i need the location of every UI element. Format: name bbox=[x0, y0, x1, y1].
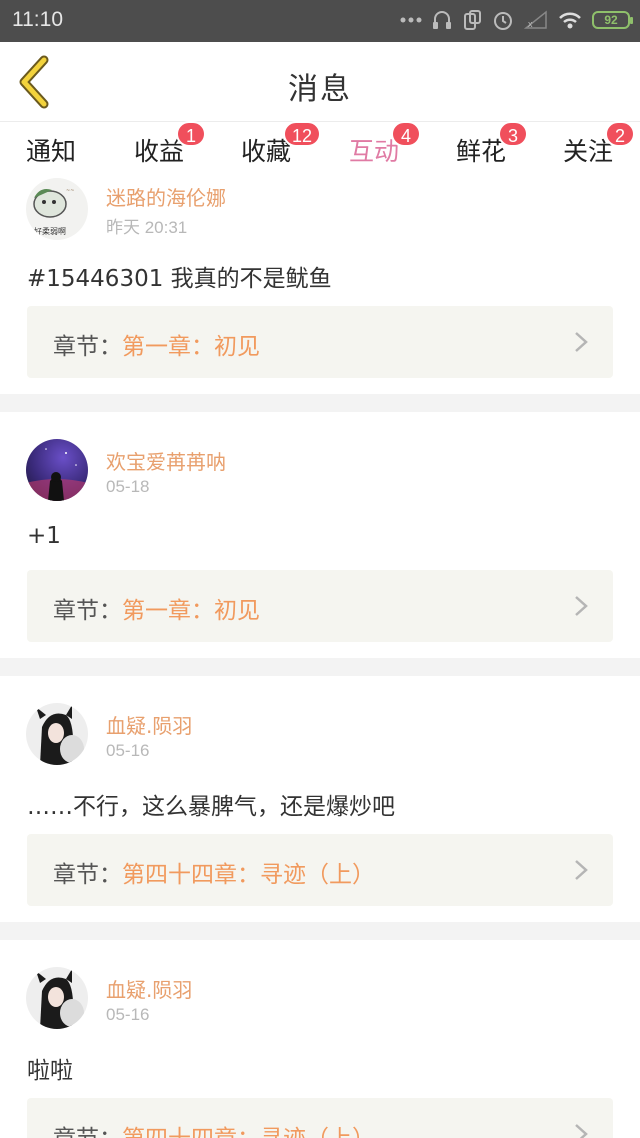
wifi-icon bbox=[559, 12, 581, 29]
username[interactable]: 迷路的海伦娜 bbox=[106, 182, 226, 211]
svg-text:好柔弱啊: 好柔弱啊 bbox=[34, 226, 66, 236]
more-dots-icon bbox=[400, 17, 422, 23]
divider bbox=[0, 922, 640, 940]
status-icons: x 92 bbox=[400, 9, 633, 31]
headset-icon bbox=[433, 11, 451, 29]
tab-label: 关注 bbox=[563, 137, 614, 166]
avatar[interactable] bbox=[26, 703, 88, 765]
message-date: 05-16 bbox=[106, 1005, 150, 1024]
divider bbox=[0, 394, 640, 412]
message-content: #15446301 我真的不是鱿鱼 bbox=[27, 266, 332, 292]
tab-earnings[interactable]: 收益 1 bbox=[134, 121, 206, 168]
message-date: 昨天 20:31 bbox=[106, 218, 188, 237]
username[interactable]: 欢宝爱苒苒呐 bbox=[106, 446, 226, 475]
chapter-link[interactable]: 章节：第四十四章：寻迹（上） bbox=[27, 1098, 613, 1138]
tab-flowers[interactable]: 鲜花 3 bbox=[456, 121, 528, 168]
message-date: 05-16 bbox=[106, 741, 150, 760]
chapter-label: 章节：第四十四章：寻迹（上） bbox=[53, 1119, 375, 1138]
message-content: 啦啦 bbox=[27, 1058, 73, 1084]
chapter-title: 第四十四章：寻迹（上） bbox=[122, 1126, 375, 1138]
message-content: ……不行，这么暴脾气，还是爆炒吧 bbox=[27, 794, 395, 820]
divider bbox=[0, 658, 640, 676]
avatar[interactable] bbox=[26, 439, 88, 501]
chevron-right-icon bbox=[575, 332, 588, 352]
chapter-label: 章节：第四十四章：寻迹（上） bbox=[53, 862, 375, 888]
username[interactable]: 血疑.陨羽 bbox=[106, 974, 192, 1003]
tab-label: 鲜花 bbox=[456, 137, 507, 166]
chapter-link[interactable]: 章节：第一章：初见 bbox=[27, 570, 613, 642]
username[interactable]: 血疑.陨羽 bbox=[106, 710, 192, 739]
screen-rotate-icon bbox=[464, 10, 481, 30]
status-time: 11:10 bbox=[12, 8, 63, 31]
chapter-title: 第四十四章：寻迹（上） bbox=[122, 862, 375, 888]
signal-icon: x bbox=[524, 10, 547, 29]
page-title: 消息 bbox=[288, 72, 352, 107]
chapter-label: 章节：第一章：初见 bbox=[53, 598, 260, 624]
chevron-right-icon bbox=[575, 1124, 588, 1138]
tab-badge: 4 bbox=[391, 121, 421, 147]
avatar[interactable]: ~~ 好柔弱啊 bbox=[26, 178, 88, 240]
avatar[interactable] bbox=[26, 967, 88, 1029]
tab-badge: 2 bbox=[605, 121, 635, 147]
tab-interaction[interactable]: 互动 4 bbox=[349, 121, 421, 180]
chapter-link[interactable]: 章节：第四十四章：寻迹（上） bbox=[27, 834, 613, 906]
chapter-label: 章节：第一章：初见 bbox=[53, 334, 260, 360]
message-content: +1 bbox=[27, 523, 61, 549]
tab-bar: 通知 收益 1 收藏 12 互动 4 鲜花 3 关注 2 bbox=[0, 121, 640, 180]
svg-text:x: x bbox=[528, 19, 533, 29]
tab-badge: 3 bbox=[498, 121, 528, 147]
chapter-link[interactable]: 章节：第一章：初见 bbox=[27, 306, 613, 378]
chapter-title: 第一章：初见 bbox=[122, 598, 260, 624]
message-card: 血疑.陨羽 05-16 啦啦 章节：第四十四章：寻迹（上） bbox=[0, 940, 640, 1138]
tab-favorites[interactable]: 收藏 12 bbox=[241, 121, 322, 168]
message-card: ~~ 好柔弱啊 迷路的海伦娜 昨天 20:31 #15446301 我真的不是鱿… bbox=[0, 176, 640, 394]
chapter-title: 第一章：初见 bbox=[122, 334, 260, 360]
message-card: 欢宝爱苒苒呐 05-18 +1 章节：第一章：初见 bbox=[0, 412, 640, 658]
tab-label: 通知 bbox=[26, 137, 77, 166]
tab-label: 互动 bbox=[349, 137, 400, 166]
message-card: 血疑.陨羽 05-16 ……不行，这么暴脾气，还是爆炒吧 章节：第四十四章：寻迹… bbox=[0, 676, 640, 922]
message-date: 05-18 bbox=[106, 477, 150, 496]
nav-bar: 消息 bbox=[0, 42, 640, 122]
tab-badge: 1 bbox=[176, 121, 206, 147]
tab-label: 收益 bbox=[134, 137, 185, 166]
tab-notice[interactable]: 通知 bbox=[26, 132, 76, 168]
tab-follow[interactable]: 关注 2 bbox=[563, 121, 635, 168]
chevron-right-icon bbox=[575, 860, 588, 880]
tab-label: 收藏 bbox=[241, 137, 292, 166]
chevron-right-icon bbox=[575, 596, 588, 616]
svg-text:~~: ~~ bbox=[66, 188, 74, 194]
tab-badge: 12 bbox=[283, 121, 322, 147]
status-bar: 11:10 x 92 bbox=[0, 0, 640, 42]
alarm-icon bbox=[494, 12, 512, 30]
battery-icon: 92 bbox=[592, 11, 633, 29]
